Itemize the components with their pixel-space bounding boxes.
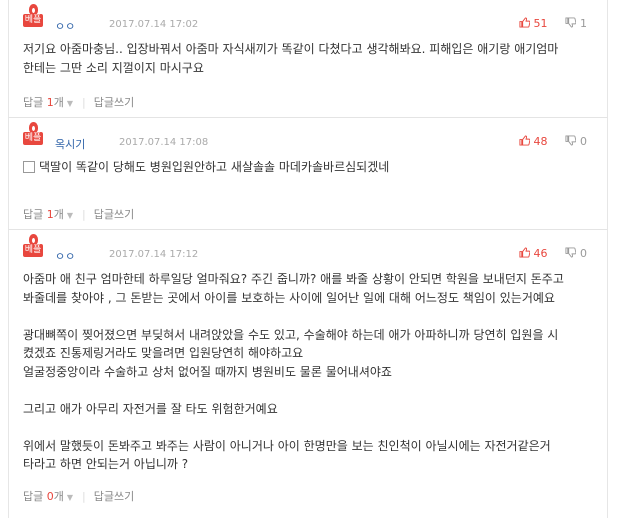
write-reply-button[interactable]: 답글쓰기 bbox=[94, 208, 134, 221]
like-button[interactable]: 51 bbox=[518, 17, 548, 30]
divider: | bbox=[82, 208, 86, 221]
comment-footer: 답글 1개 ▼ | 답글쓰기 bbox=[23, 94, 134, 110]
comment-footer: 답글 0개 ▼ | 답글쓰기 bbox=[23, 488, 134, 504]
comment-item: 베플 ㅇㅇ 2017.07.14 17:12 46 0 아줌마 애 친구 엄마한… bbox=[8, 230, 608, 518]
comment-date: 2017.07.14 17:02 bbox=[109, 19, 199, 30]
thumbs-down-icon bbox=[565, 17, 576, 28]
author-nick[interactable]: ㅇㅇ bbox=[55, 18, 75, 34]
reply-count: 0 bbox=[46, 490, 54, 503]
comment-item: 베플 ㅇㅇ 2017.07.14 17:02 51 1 저기요 아줌마충님.. … bbox=[8, 0, 608, 118]
like-button[interactable]: 46 bbox=[518, 247, 548, 260]
author-nick[interactable]: 옥시기 bbox=[55, 136, 85, 152]
divider: | bbox=[82, 490, 86, 503]
dislike-count: 1 bbox=[580, 17, 587, 30]
reply-unit: 개 bbox=[53, 96, 64, 109]
comment-text: 댁딸이 똑같이 당해도 병원입원안하고 새살솔솔 마데카솔바르심되겠네 bbox=[39, 160, 390, 174]
like-count: 46 bbox=[533, 247, 548, 260]
best-label: 베플 bbox=[23, 244, 43, 257]
reply-toggle[interactable]: 답글 0개 ▼ bbox=[23, 490, 76, 503]
comment-footer: 답글 1개 ▼ | 답글쓰기 bbox=[23, 206, 134, 222]
reply-label: 답글 bbox=[23, 208, 44, 221]
comment-date: 2017.07.14 17:12 bbox=[109, 249, 199, 260]
vote-group: 48 0 bbox=[505, 135, 587, 148]
dislike-button[interactable]: 0 bbox=[565, 247, 587, 260]
best-badge: 베플 bbox=[23, 234, 43, 258]
reply-count: 1 bbox=[46, 96, 54, 109]
write-reply-button[interactable]: 답글쓰기 bbox=[94, 96, 134, 109]
vote-group: 46 0 bbox=[505, 247, 587, 260]
comment-header: 베플 ㅇㅇ 2017.07.14 17:02 51 1 bbox=[23, 0, 593, 38]
reply-unit: 개 bbox=[53, 208, 64, 221]
reply-toggle[interactable]: 답글 1개 ▼ bbox=[23, 96, 76, 109]
comment-body: 댁딸이 똑같이 당해도 병원입원안하고 새살솔솔 마데카솔바르심되겠네 bbox=[23, 158, 593, 177]
thumbs-up-icon bbox=[518, 247, 530, 258]
reply-label: 답글 bbox=[23, 490, 44, 503]
comment-header: 베플 ㅇㅇ 2017.07.14 17:12 46 0 bbox=[23, 230, 593, 268]
comment-date: 2017.07.14 17:08 bbox=[119, 137, 209, 148]
caret-down-icon: ▼ bbox=[66, 211, 74, 220]
dislike-count: 0 bbox=[580, 247, 587, 260]
caret-down-icon: ▼ bbox=[66, 99, 74, 108]
comment-text: 아줌마 애 친구 엄마한테 하루일당 얼마줘요? 주긴 줍니까? 애를 봐줄 상… bbox=[23, 272, 564, 471]
like-count: 51 bbox=[533, 17, 548, 30]
write-reply-button[interactable]: 답글쓰기 bbox=[94, 490, 134, 503]
dislike-button[interactable]: 0 bbox=[565, 135, 587, 148]
reply-toggle[interactable]: 답글 1개 ▼ bbox=[23, 208, 76, 221]
like-button[interactable]: 48 bbox=[518, 135, 548, 148]
best-badge: 베플 bbox=[23, 4, 43, 28]
vote-group: 51 1 bbox=[505, 17, 587, 30]
author-nick[interactable]: ㅇㅇ bbox=[55, 248, 75, 264]
reply-unit: 개 bbox=[53, 490, 64, 503]
best-badge: 베플 bbox=[23, 122, 43, 146]
best-label: 베플 bbox=[23, 132, 43, 145]
thumbs-down-icon bbox=[565, 247, 576, 258]
caret-down-icon: ▼ bbox=[66, 493, 74, 502]
image-attachment-icon bbox=[23, 161, 35, 173]
like-count: 48 bbox=[533, 135, 548, 148]
comment-text: 저기요 아줌마충님.. 입장바꿔서 아줌마 자식새끼가 똑같이 다쳤다고 생각해… bbox=[23, 42, 559, 75]
best-label: 베플 bbox=[23, 14, 43, 27]
dislike-button[interactable]: 1 bbox=[565, 17, 587, 30]
comment-item: 베플 옥시기 2017.07.14 17:08 48 0 댁딸이 똑같이 당해도… bbox=[8, 118, 608, 230]
thumbs-up-icon bbox=[518, 135, 530, 146]
dislike-count: 0 bbox=[580, 135, 587, 148]
reply-count: 1 bbox=[46, 208, 54, 221]
comment-header: 베플 옥시기 2017.07.14 17:08 48 0 bbox=[23, 118, 593, 156]
thumbs-down-icon bbox=[565, 135, 576, 146]
reply-label: 답글 bbox=[23, 96, 44, 109]
thumbs-up-icon bbox=[518, 17, 530, 28]
divider: | bbox=[82, 96, 86, 109]
